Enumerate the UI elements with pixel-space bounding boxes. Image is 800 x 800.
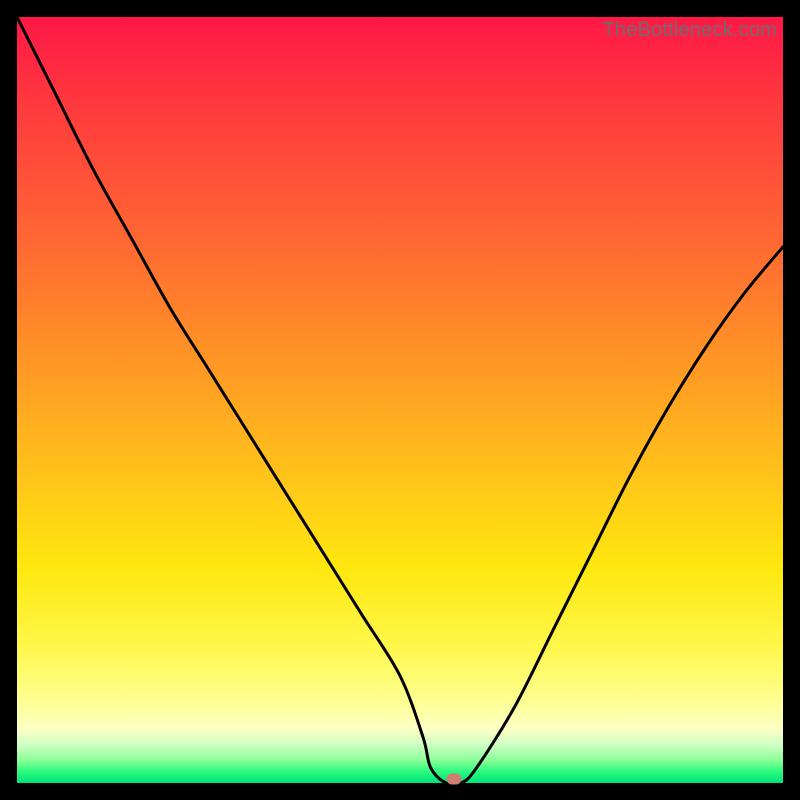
bottleneck-curve bbox=[17, 17, 783, 783]
data-point-marker bbox=[446, 774, 461, 785]
chart-frame: TheBottleneck.com bbox=[0, 0, 800, 800]
chart-plot-area: TheBottleneck.com bbox=[17, 17, 783, 783]
watermark-text: TheBottleneck.com bbox=[602, 19, 777, 42]
